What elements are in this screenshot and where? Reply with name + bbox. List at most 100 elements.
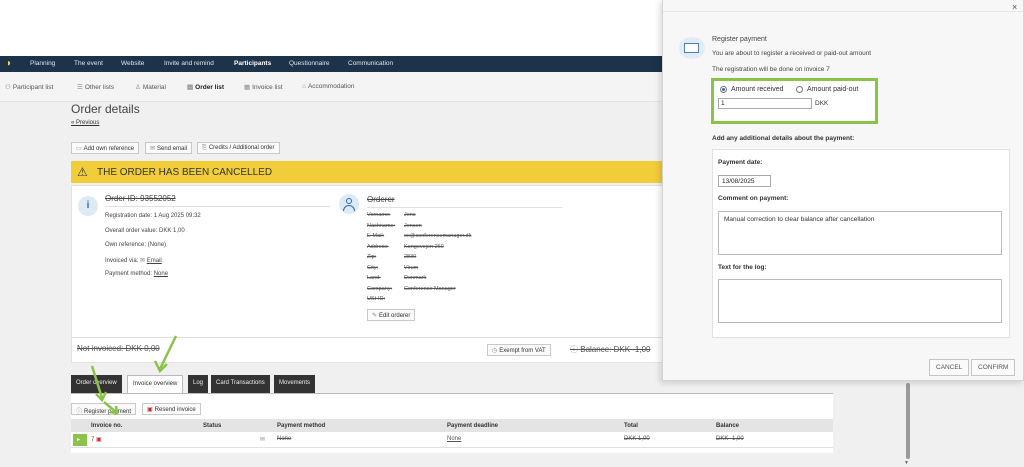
log-text-label: Text for the log: (718, 264, 767, 271)
previous-link[interactable]: « Previous (71, 120, 99, 126)
amount-paidout-label[interactable]: Amount paid-out (807, 86, 858, 93)
invoice-balance: DKK -1,00 (716, 436, 744, 442)
resend-invoice-button[interactable]: ▣ Resend invoice (142, 403, 201, 415)
invoiced-via: Invoiced via: ✉ Email (105, 257, 162, 264)
payment-method-value[interactable]: None (154, 271, 168, 277)
exempt-from-vat-button[interactable]: ◷ Exempt from VAT (487, 344, 551, 356)
orderer-field-value: Kongevejen 260 (404, 244, 444, 250)
comment-label: Comment on payment: (718, 195, 789, 202)
own-reference: Own reference: (None) (105, 242, 167, 248)
subnav-order-list[interactable]: ▤ Order list (187, 83, 224, 91)
amount-received-label[interactable]: Amount received (731, 86, 784, 93)
subnav-other-lists[interactable]: ☰ Other lists (77, 83, 114, 91)
subnav-other-lists-label: Other lists (84, 84, 115, 91)
amount-input[interactable]: 1 (718, 98, 812, 109)
scrollbar-thumb[interactable] (906, 383, 910, 459)
column-payment-deadline: Payment deadline (447, 423, 499, 429)
invoice-icon: ▦ (244, 84, 251, 91)
info-circle-icon: ⓘ (76, 409, 83, 415)
orderer-field-label: Zip: (367, 254, 377, 260)
payment-date-label: Payment date: (718, 159, 763, 166)
column-payment-method: Payment method (277, 423, 326, 429)
overall-order-value: Overall order value: DKK 1,00 (105, 228, 185, 234)
cancel-button[interactable]: CANCEL (929, 359, 970, 376)
nav-item-participants[interactable]: Participants (234, 60, 271, 67)
invoiced-via-label: Invoiced via: (105, 258, 139, 264)
amount-paidout-radio[interactable] (796, 86, 803, 93)
nav-item-questionnaire[interactable]: Questionnaire (289, 60, 329, 67)
envelope-icon[interactable]: ✉ (260, 436, 265, 443)
orderer-field-value: Conference Manager (404, 286, 456, 292)
dialog-description: You are about to register a received or … (712, 50, 872, 57)
send-email-button[interactable]: ✉ Send email (145, 142, 193, 154)
invoice-payment-method: None (277, 436, 292, 442)
banana-logo-icon: ◗ (6, 58, 13, 69)
subnav-invoice-list[interactable]: ▦ Invoice list (244, 83, 283, 91)
nav-item-invite-and-remind[interactable]: Invite and remind (164, 60, 214, 67)
send-email-label: Send email (157, 146, 188, 152)
column-balance: Balance (716, 423, 740, 429)
subnav-accommodation-label: Accommodation (307, 83, 355, 90)
invoiced-via-email-link[interactable]: Email (147, 258, 162, 264)
orderer-field-value: Jens (404, 212, 416, 218)
warning-icon: ⚠ (77, 165, 88, 179)
payment-date-input[interactable]: 13/08/2025 (718, 175, 771, 187)
tab-card-transactions[interactable]: Card Transactions (211, 375, 270, 393)
page-title: Order details (71, 102, 140, 116)
orderer-field-value: 2830 (404, 254, 417, 260)
person-icon (339, 194, 359, 214)
envelope-icon: ✉ (150, 146, 156, 152)
orderer-field-value: Virum (404, 265, 419, 271)
invoice-payment-deadline[interactable]: None (447, 436, 461, 442)
currency-label: DKK (815, 100, 829, 107)
divider (105, 206, 330, 207)
subnav-participant-list[interactable]: ⚇ Participant list (5, 83, 53, 91)
nav-item-communication[interactable]: Communication (348, 60, 393, 67)
pdf-icon[interactable]: ▣ (96, 437, 102, 443)
column-invoice-no: Invoice no. (91, 423, 123, 429)
receipt-icon: ▤ (187, 84, 194, 91)
payment-card-icon (679, 37, 705, 59)
info-icon: i (78, 196, 98, 216)
details-heading: Add any additional details about the pay… (712, 135, 855, 142)
edit-orderer-label: Edit orderer (379, 313, 411, 319)
divider (71, 447, 833, 448)
expand-row-button[interactable]: ▸ (73, 434, 87, 446)
invoice-number: 7 ▣ (91, 436, 102, 443)
envelope-icon: ✉ (140, 258, 146, 264)
subnav-accommodation[interactable]: ⌂ Accommodation (302, 83, 355, 90)
orderer-field-label: Land: (367, 275, 381, 281)
dialog-title: Register payment (712, 36, 767, 43)
amount-received-radio[interactable] (720, 86, 727, 93)
close-icon[interactable]: × (1012, 2, 1017, 12)
nav-item-website[interactable]: Website (121, 60, 144, 67)
orderer-title: Orderer (367, 195, 395, 204)
bed-icon: ⌂ (302, 83, 306, 90)
tab-log[interactable]: Log (188, 375, 209, 393)
tab-movements[interactable]: Movements (274, 375, 316, 393)
cancelled-banner: ⚠ THE ORDER HAS BEEN CANCELLED (71, 161, 663, 183)
credits-additional-order-button[interactable]: ⎘ Credits / Additional order (197, 142, 280, 154)
nav-item-planning[interactable]: Planning (30, 60, 55, 67)
add-own-reference-button[interactable]: ▭ Add own reference (71, 142, 140, 154)
nav-item-the-event[interactable]: The event (74, 60, 103, 67)
log-textarea[interactable] (718, 279, 1002, 323)
bottle-icon: ♙ (135, 84, 141, 91)
dialog-invoice-note: The registration will be done on invoice… (712, 66, 830, 73)
comment-textarea[interactable]: Manual correction to clear balance after… (718, 211, 1002, 255)
subnav-material-label: Material (142, 84, 166, 91)
confirm-button[interactable]: CONFIRM (971, 359, 1016, 376)
column-total: Total (624, 423, 638, 429)
subnav-material[interactable]: ♙ Material (135, 83, 166, 91)
edit-orderer-button[interactable]: ✎ Edit orderer (367, 309, 416, 321)
people-icon: ⚇ (5, 84, 11, 91)
registration-date: Registration date: 1 Aug 2025 09:32 (105, 213, 201, 219)
balance-label: Balance: DKK -1,00 (580, 345, 651, 354)
credits-additional-order-label: Credits / Additional order (208, 145, 275, 151)
subnav-order-list-label: Order list (195, 84, 225, 91)
tab-invoice-overview[interactable]: Invoice overview (127, 375, 184, 393)
scroll-down-icon[interactable]: ▼ (904, 460, 909, 466)
orderer-field-label: E-Mail: (367, 233, 385, 239)
orderer-field-value: ex@conferencemanager.dk (404, 233, 472, 239)
invoice-number-value: 7 (91, 437, 95, 443)
